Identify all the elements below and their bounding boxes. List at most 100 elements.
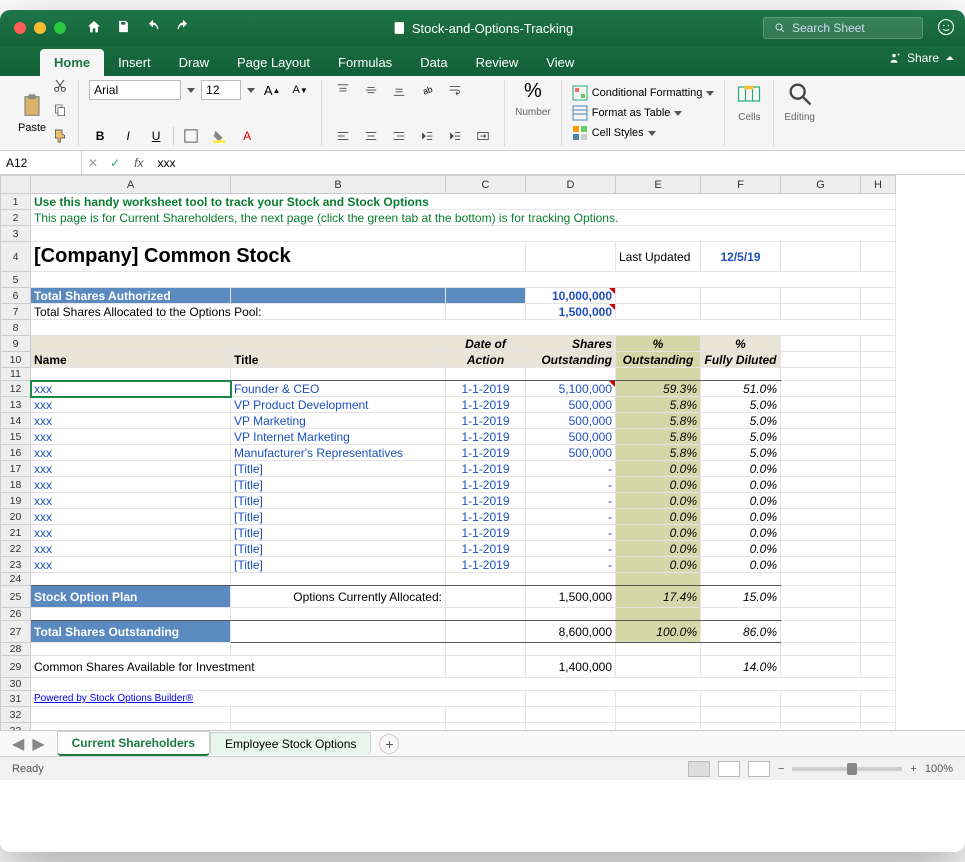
page-break-view-button[interactable] [748, 761, 770, 777]
fx-icon[interactable]: fx [126, 156, 151, 170]
pout-cell[interactable]: 0.0% [616, 493, 701, 509]
shares-available-label[interactable]: Common Shares Available for Investment [31, 656, 446, 678]
pfd-cell[interactable]: 0.0% [701, 493, 781, 509]
shares-cell[interactable]: - [526, 477, 616, 493]
cell[interactable] [31, 368, 231, 381]
cell[interactable] [31, 573, 231, 586]
row-header[interactable]: 30 [1, 678, 31, 691]
cell[interactable] [446, 586, 526, 608]
pout-cell[interactable]: 5.8% [616, 413, 701, 429]
last-updated-label[interactable]: Last Updated [616, 242, 701, 272]
tab-review[interactable]: Review [462, 49, 533, 76]
shares-cell[interactable]: 5,100,000 [526, 381, 616, 397]
formula-input[interactable]: xxx [151, 156, 965, 170]
number-format-button[interactable]: % Number [515, 80, 551, 118]
decrease-indent-button[interactable] [416, 126, 438, 146]
cell[interactable] [861, 691, 896, 707]
column-header-C[interactable]: C [446, 176, 526, 194]
row-header[interactable]: 33 [1, 723, 31, 731]
name-cell[interactable]: xxx [31, 477, 231, 493]
search-input[interactable]: Search Sheet [763, 17, 923, 39]
row-header[interactable]: 27 [1, 621, 31, 643]
date-cell[interactable]: 1-1-2019 [446, 525, 526, 541]
row-header[interactable]: 5 [1, 272, 31, 288]
name-cell[interactable]: xxx [31, 509, 231, 525]
pout-cell[interactable]: 0.0% [616, 477, 701, 493]
pfd-cell[interactable]: 0.0% [701, 541, 781, 557]
cell[interactable] [446, 723, 526, 731]
undo-icon[interactable] [145, 19, 161, 38]
cell[interactable] [231, 643, 446, 656]
cell[interactable] [616, 656, 701, 678]
pfd-cell[interactable]: 0.0% [701, 557, 781, 573]
tab-view[interactable]: View [532, 49, 588, 76]
format-as-table-button[interactable]: Format as Table [572, 105, 715, 121]
cell[interactable] [616, 368, 701, 381]
pfd-cell[interactable]: 5.0% [701, 413, 781, 429]
cell[interactable] [861, 707, 896, 723]
shares-cell[interactable]: - [526, 509, 616, 525]
cell[interactable] [861, 621, 896, 643]
paste-button[interactable]: Paste [18, 92, 46, 134]
zoom-out-button[interactable]: − [778, 763, 784, 775]
pout-cell[interactable]: 0.0% [616, 557, 701, 573]
cancel-icon[interactable]: ✕ [82, 156, 104, 170]
add-sheet-button[interactable]: + [379, 734, 399, 754]
shares-cell[interactable]: 500,000 [526, 397, 616, 413]
increase-indent-button[interactable] [444, 126, 466, 146]
title-cell[interactable]: [Title] [231, 541, 446, 557]
cell[interactable] [861, 557, 896, 573]
tab-draw[interactable]: Draw [165, 49, 223, 76]
total-outstanding-pfd[interactable]: 86.0% [701, 621, 781, 643]
total-outstanding-value[interactable]: 8,600,000 [526, 621, 616, 643]
tab-page-layout[interactable]: Page Layout [223, 49, 324, 76]
name-cell[interactable]: xxx [31, 429, 231, 445]
cell[interactable] [31, 707, 231, 723]
title-cell[interactable]: [Title] [231, 557, 446, 573]
stock-option-plan-label[interactable]: Stock Option Plan [31, 586, 231, 608]
cell[interactable] [231, 621, 446, 643]
cell[interactable] [231, 288, 446, 304]
cell[interactable] [781, 509, 861, 525]
pfd-cell[interactable]: 5.0% [701, 445, 781, 461]
shares-available-pfd[interactable]: 14.0% [701, 656, 781, 678]
title-cell[interactable]: [Title] [231, 461, 446, 477]
chevron-down-icon[interactable] [247, 88, 255, 93]
cell[interactable] [701, 304, 781, 320]
row-header[interactable]: 22 [1, 541, 31, 557]
cell[interactable] [781, 557, 861, 573]
borders-button[interactable] [180, 126, 202, 146]
column-header-G[interactable]: G [781, 176, 861, 194]
cell[interactable] [616, 691, 701, 707]
shares-cell[interactable]: - [526, 525, 616, 541]
editing-button[interactable]: Editing [784, 80, 815, 123]
close-button[interactable] [14, 22, 26, 34]
shares-available-value[interactable]: 1,400,000 [526, 656, 616, 678]
cells-button[interactable]: Cells [735, 80, 763, 123]
cell[interactable] [861, 368, 896, 381]
cell[interactable] [616, 608, 701, 621]
row-header[interactable]: 6 [1, 288, 31, 304]
cell[interactable] [861, 723, 896, 731]
options-allocated-label[interactable]: Options Currently Allocated: [231, 586, 446, 608]
cell[interactable] [231, 723, 446, 731]
cell[interactable] [616, 643, 701, 656]
row-header[interactable]: 8 [1, 320, 31, 336]
cell[interactable] [526, 643, 616, 656]
pout-cell[interactable]: 0.0% [616, 525, 701, 541]
cell[interactable] [781, 586, 861, 608]
row-header[interactable]: 29 [1, 656, 31, 678]
name-cell[interactable]: xxx [31, 557, 231, 573]
cell[interactable] [701, 707, 781, 723]
cell[interactable] [446, 621, 526, 643]
tab-formulas[interactable]: Formulas [324, 49, 406, 76]
row-header[interactable]: 11 [1, 368, 31, 381]
options-pool-label[interactable]: Total Shares Allocated to the Options Po… [31, 304, 446, 320]
cell[interactable] [781, 691, 861, 707]
row-header[interactable]: 23 [1, 557, 31, 573]
tab-insert[interactable]: Insert [104, 49, 165, 76]
title-cell[interactable]: Manufacturer's Representatives [231, 445, 446, 461]
name-cell[interactable]: xxx [31, 397, 231, 413]
merge-button[interactable] [472, 126, 494, 146]
page-layout-view-button[interactable] [718, 761, 740, 777]
